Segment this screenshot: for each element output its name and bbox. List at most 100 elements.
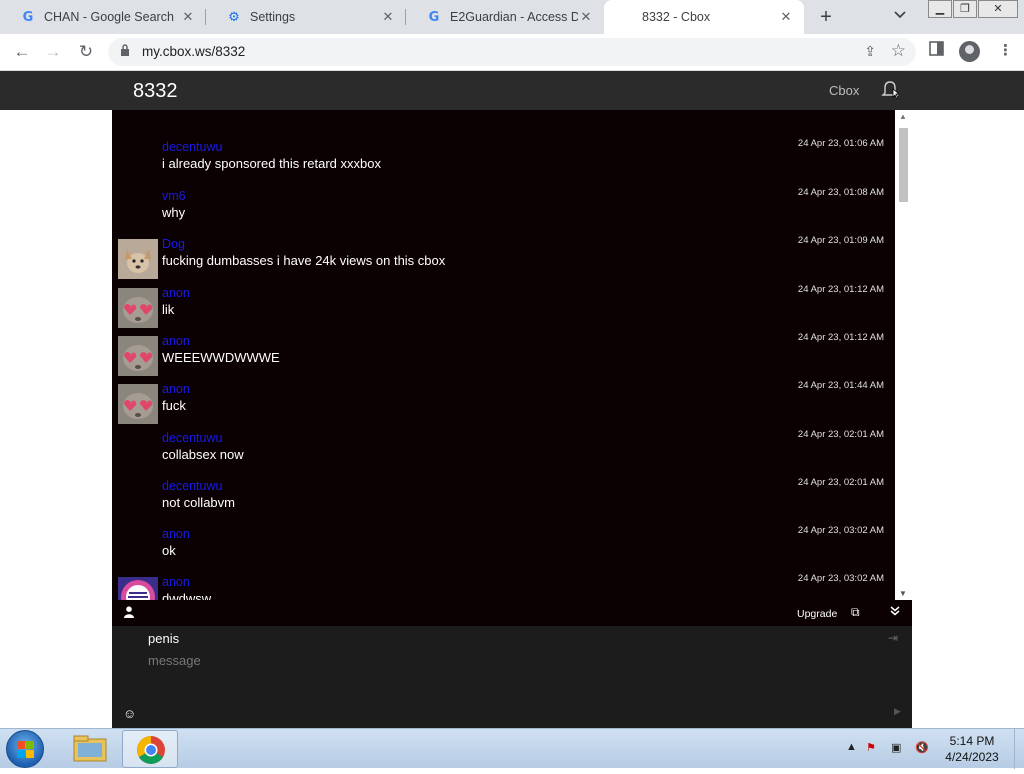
message-username[interactable]: decentuwu [162, 479, 222, 493]
message-username[interactable]: anon [162, 575, 190, 589]
chat-message: anon 24 Apr 23, 03:02 AM ok [112, 525, 897, 571]
message-username[interactable]: vm6 [162, 189, 186, 203]
cbox-brand-link[interactable]: Cbox [829, 83, 859, 98]
message-text: i already sponsored this retard xxxbox [162, 156, 381, 171]
message-username[interactable]: decentuwu [162, 431, 222, 445]
back-arrow-icon[interactable]: ← [12, 42, 32, 62]
start-button[interactable] [6, 730, 44, 768]
message-input[interactable]: message [148, 653, 201, 668]
tab-settings[interactable]: ⚙ Settings ✕ [206, 0, 406, 34]
message-timestamp: 24 Apr 23, 02:01 AM [797, 477, 884, 488]
show-desktop-button[interactable] [1014, 729, 1024, 769]
close-icon[interactable]: ✕ [180, 9, 196, 25]
scroll-down-arrow-icon[interactable]: ▼ [899, 589, 907, 598]
emoji-smiley-icon[interactable]: ☺ [123, 706, 136, 721]
tray-expand-arrow-icon[interactable]: ▲ [846, 741, 857, 753]
message-username[interactable]: anon [162, 286, 190, 300]
message-timestamp: 24 Apr 23, 03:02 AM [797, 525, 884, 536]
tab-title: 8332 - Cbox [642, 10, 711, 24]
tab-search-chevron-icon[interactable] [894, 8, 906, 22]
close-window-button[interactable]: ✕ [978, 0, 1018, 18]
message-composer: penis ⇥ message ☺ ▶ [112, 626, 912, 728]
message-username[interactable]: anon [162, 382, 190, 396]
message-timestamp: 24 Apr 23, 01:09 AM [797, 235, 884, 246]
windows-taskbar: ▲ ⚑ ▣ 🔇 5:14 PM 4/24/2023 [0, 728, 1024, 769]
new-tab-button[interactable]: + [814, 6, 838, 28]
message-text: not collabvm [162, 495, 235, 510]
message-text: ok [162, 543, 176, 558]
upgrade-link[interactable]: Upgrade [797, 608, 837, 620]
message-text: dwdwsw [162, 591, 212, 600]
chat-message: decentuwu 24 Apr 23, 02:01 AM collabsex … [112, 429, 897, 475]
volume-muted-icon[interactable]: 🔇 [915, 741, 929, 754]
minimize-button[interactable]: ▁ [928, 0, 952, 18]
network-icon[interactable]: ▣ [891, 741, 901, 754]
forward-arrow-icon[interactable]: → [43, 42, 63, 62]
close-icon[interactable]: ✕ [578, 9, 594, 25]
box-title: 8332 [133, 80, 178, 102]
chat-message: decentuwu 24 Apr 23, 02:01 AM not collab… [112, 477, 897, 523]
menu-kebab-icon[interactable]: ⋮ [998, 41, 1013, 59]
chat-message: vm6 24 Apr 23, 01:08 AM why [112, 187, 897, 233]
chat-message: anon 24 Apr 23, 01:44 AM fuck [112, 380, 897, 426]
scroll-up-arrow-icon[interactable]: ▲ [899, 112, 907, 121]
file-explorer-taskbar-button[interactable] [62, 730, 118, 768]
share-icon[interactable]: ⇪ [864, 43, 876, 60]
side-panel-icon[interactable] [929, 41, 944, 60]
message-text: collabsex now [162, 447, 244, 462]
message-timestamp: 24 Apr 23, 01:12 AM [797, 284, 884, 295]
message-timestamp: 24 Apr 23, 01:06 AM [797, 138, 884, 149]
message-username[interactable]: decentuwu [162, 140, 222, 154]
tab-title: E2Guardian - Access Deni [450, 10, 578, 24]
folder-icon [73, 735, 107, 762]
cat-heart-glasses-avatar [118, 384, 158, 424]
scrollbar-thumb[interactable] [899, 128, 908, 202]
system-clock[interactable]: 5:14 PM 4/24/2023 [937, 733, 1007, 765]
chat-message-list[interactable]: decentuwu 24 Apr 23, 01:06 AM i already … [112, 110, 912, 600]
address-bar[interactable]: my.cbox.ws/8332 ⇪ ☆ [108, 38, 916, 66]
dog-avatar [118, 239, 158, 279]
sign-in-icon[interactable]: ⇥ [888, 631, 898, 645]
name-input[interactable]: penis [148, 631, 179, 646]
tab-title: CHAN - Google Search [44, 10, 174, 24]
message-username[interactable]: anon [162, 334, 190, 348]
google-icon: G [428, 9, 440, 25]
clock-time: 5:14 PM [949, 734, 995, 748]
message-timestamp: 24 Apr 23, 01:12 AM [797, 332, 884, 343]
close-icon[interactable]: ✕ [778, 9, 794, 25]
clock-date: 4/24/2023 [945, 750, 999, 764]
cat-heart-glasses-avatar [118, 288, 158, 328]
message-username[interactable]: Dog [162, 237, 185, 251]
popout-external-icon[interactable]: ⧉ [851, 605, 860, 620]
action-center-flag-icon[interactable]: ⚑ [866, 741, 876, 754]
google-icon: G [22, 9, 34, 25]
chat-message: Dog 24 Apr 23, 01:09 AM fucking dumbasse… [112, 235, 897, 281]
profile-avatar-icon[interactable] [959, 41, 980, 62]
restore-button[interactable]: ❐ [953, 0, 977, 18]
chat-scrollbar[interactable]: ▲ ▼ [895, 110, 912, 600]
tab-chan-google-search[interactable]: G CHAN - Google Search ✕ [0, 0, 206, 34]
lock-icon [121, 44, 129, 56]
bell-icon[interactable] [881, 80, 899, 100]
user-icon[interactable] [124, 606, 134, 618]
collapse-chevron-icon[interactable] [890, 605, 900, 619]
message-text: fucking dumbasses i have 24k views on th… [162, 253, 446, 268]
chrome-taskbar-button[interactable] [122, 730, 178, 768]
message-timestamp: 24 Apr 23, 03:02 AM [797, 573, 884, 584]
chat-message: anon 24 Apr 23, 03:02 AM dwdwsw [112, 573, 897, 600]
tab-cbox[interactable]: 8332 - Cbox ✕ [604, 0, 804, 34]
message-timestamp: 24 Apr 23, 01:44 AM [797, 380, 884, 391]
cat-heart-glasses-avatar [118, 336, 158, 376]
send-arrow-icon[interactable]: ▶ [894, 706, 901, 717]
page-viewport: 8332 Cbox decentuwu 24 Apr 23, 01:06 AM … [0, 71, 1024, 728]
cbox-header: 8332 Cbox [0, 71, 1024, 110]
message-username[interactable]: anon [162, 527, 190, 541]
close-icon[interactable]: ✕ [380, 9, 396, 25]
gear-icon: ⚙ [228, 9, 240, 24]
tab-e2guardian[interactable]: G E2Guardian - Access Deni ✕ [406, 0, 604, 34]
reload-icon[interactable]: ↻ [76, 42, 96, 62]
message-text: lik [162, 302, 175, 317]
cbox-action-bar: Upgrade ⧉ [112, 600, 912, 626]
autistic-teachers-avatar [118, 577, 158, 600]
bookmark-star-icon[interactable]: ☆ [891, 41, 906, 61]
